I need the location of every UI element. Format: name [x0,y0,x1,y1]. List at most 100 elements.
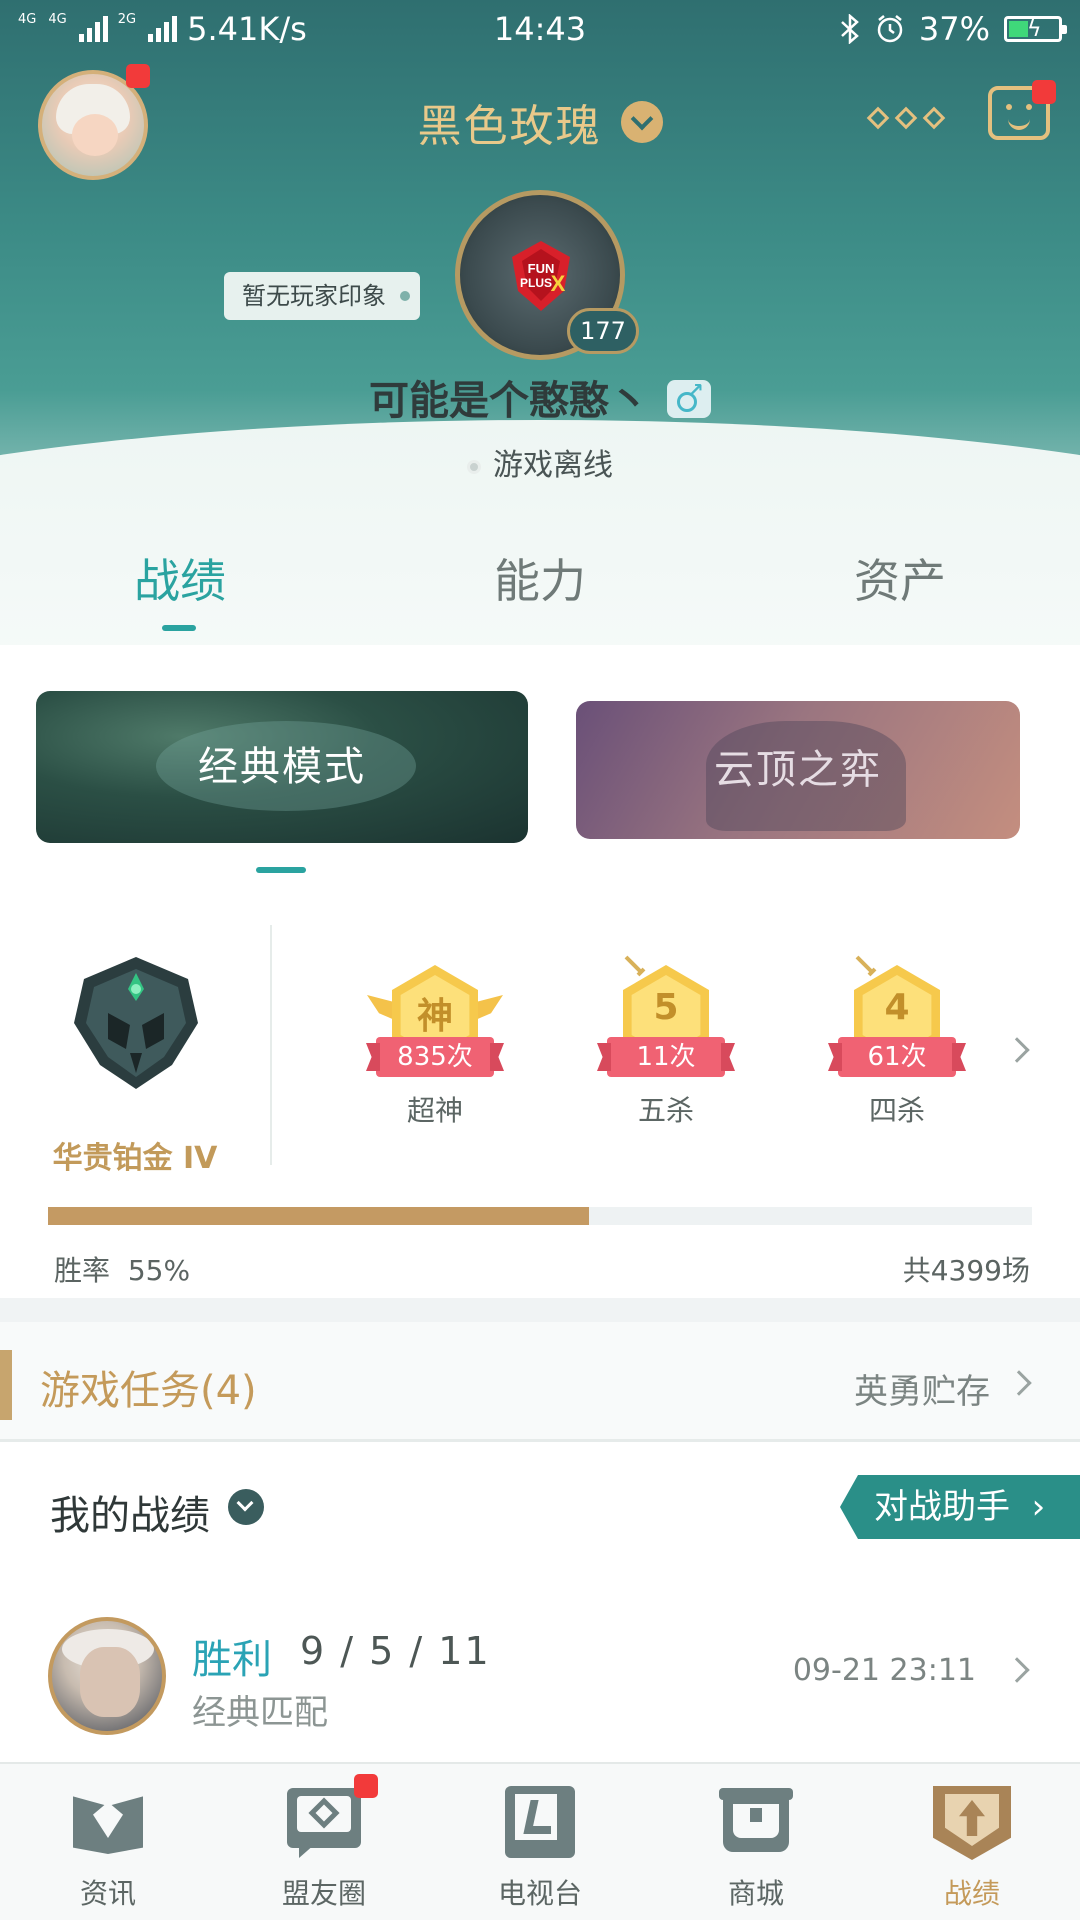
chevron-right-icon[interactable] [1004,1037,1030,1063]
offline-dot-icon [467,459,481,474]
mode-tft-card[interactable]: 云顶之弈 [576,701,1020,839]
achievement-label: 四杀 [868,1094,925,1127]
battle-assistant-button[interactable]: 对战助手 › [840,1475,1080,1539]
match-result: 胜利 [192,1637,272,1683]
friends-notification-badge [354,1774,378,1798]
online-status: 游戏离线 [0,440,1080,484]
sword-icon [624,955,646,977]
more-icon[interactable] [866,106,946,130]
team-logo-icon: FUN PLUS X [512,241,570,311]
shop-chest-icon [717,1782,795,1860]
mode-classic-card[interactable]: 经典模式 [36,691,528,843]
chat-notification-badge [1032,80,1056,104]
achievement-label: 五杀 [637,1094,694,1127]
win-rate: 胜率 55% [54,1249,190,1289]
total-games: 共4399场 [902,1254,1030,1287]
chevron-right-icon [1004,1657,1030,1683]
tv-letter-base [527,1826,551,1834]
sword-icon [855,955,877,977]
player-name-row: 可能是个憨憨丶 [0,368,1080,426]
match-time: 09-21 23:11 [792,1653,976,1688]
achievement-pentakill[interactable]: 5 11次 五杀 [596,955,736,1129]
champion-face [80,1647,140,1717]
active-tab-indicator [162,625,196,631]
player-name: 可能是个憨憨丶 [369,378,649,424]
tab-record[interactable]: 战绩 [30,545,330,611]
win-rate-bar [48,1207,1032,1225]
my-record-title: 我的战绩 [50,1493,210,1539]
win-rate-bar-fill [48,1207,590,1225]
nav-label: 商城 [727,1877,784,1910]
battery-fill [1009,21,1029,37]
alarm-icon [877,15,903,43]
achievement-quadrakill[interactable]: 4 61次 四杀 [827,955,967,1129]
win-rate-value: 55% [127,1254,191,1287]
valor-storage-link[interactable]: 英勇贮存 [854,1364,990,1413]
win-rate-label: 胜率 [54,1254,111,1287]
chest-lid [719,1788,793,1800]
section-accent-bar [0,1350,12,1420]
male-gender-icon [667,378,711,418]
team-logo-text-3: X [551,271,566,296]
bottom-navigation: 资讯 盟友圈 电视台 商城 战绩 [0,1762,1080,1920]
nav-shop[interactable]: 商城 [676,1782,836,1912]
chevron-down-icon [620,101,663,143]
friends-bubble-icon [285,1782,363,1860]
team-logo-text-2: PLUS [520,276,552,290]
rank-summary: 华贵铂金 IV 神 835次 超神 5 11次 五杀 4 61次 四杀 胜率 5… [0,885,1080,1287]
avatar-notification-badge [126,64,150,88]
champion-avatar [48,1617,166,1735]
rank-emblem-icon[interactable] [68,953,204,1093]
bluetooth-icon [841,14,859,44]
status-bar: 4G 4G 2G 5.41K/s 14:43 37% ϟ [0,0,1080,56]
battery-percent: 37% [918,10,990,48]
mode-tft-label: 云顶之弈 [714,747,882,793]
battle-assistant-label: 对战助手 [874,1487,1010,1527]
active-mode-indicator [256,867,306,873]
rank-divider [270,925,272,1165]
profile-tabs: 战绩 能力 资产 [0,545,1080,645]
game-tasks-row[interactable]: 游戏任务(4) 英勇贮存 [0,1322,1080,1442]
account-title: 黑色玫瑰 [417,101,602,152]
match-kda: 9 / 5 / 11 [300,1629,491,1673]
section-divider [0,1298,1080,1322]
rank-name: 华贵铂金 IV [52,1141,218,1176]
nav-label: 电视台 [497,1877,582,1910]
nav-record[interactable]: 战绩 [892,1782,1052,1912]
tab-assets[interactable]: 资产 [750,545,1050,611]
badge-glyph: 5 [653,987,679,1028]
match-mode: 经典匹配 [192,1693,328,1733]
tab-ability[interactable]: 能力 [390,545,690,611]
nav-label: 战绩 [943,1877,1000,1910]
chevron-down-icon[interactable] [228,1489,264,1525]
player-impression-tag[interactable]: 暂无玩家印象 [224,272,420,320]
top-bar: 黑色玫瑰 [0,60,1080,190]
nav-label: 资讯 [79,1877,136,1910]
level-badge: 177 [567,308,639,354]
charging-bolt-icon: ϟ [1027,17,1042,42]
achievement-legendary[interactable]: 神 835次 超神 [365,965,505,1129]
news-book-icon [69,1782,147,1860]
nav-tv[interactable]: 电视台 [460,1782,620,1912]
game-tasks-title: 游戏任务(4) [40,1368,257,1414]
bubble-tail [299,1844,315,1858]
achievement-count: 61次 [838,1037,956,1077]
game-mode-selector: 经典模式 云顶之弈 [0,645,1080,885]
badge-glyph: 4 [884,987,910,1028]
achievement-count: 11次 [607,1037,725,1077]
battery-icon: ϟ [1004,16,1067,42]
nav-friends-circle[interactable]: 盟友圈 [244,1782,404,1912]
badge-glyph: 神 [416,996,453,1037]
chevron-right-icon: › [1020,1487,1046,1527]
achievement-label: 超神 [406,1094,463,1127]
online-status-text: 游戏离线 [493,448,613,483]
nav-news[interactable]: 资讯 [28,1782,188,1912]
achievement-count: 835次 [376,1037,494,1077]
match-list-item[interactable]: 胜利 9 / 5 / 11 经典匹配 09-21 23:11 [0,1565,1080,1765]
chevron-right-icon [1006,1370,1032,1396]
tv-icon [501,1782,579,1860]
status-right: 37% ϟ [839,10,1067,48]
mode-classic-label: 经典模式 [198,744,366,790]
my-record-header: 我的战绩 对战助手 › [0,1445,1080,1565]
chest-lock [750,1808,762,1822]
